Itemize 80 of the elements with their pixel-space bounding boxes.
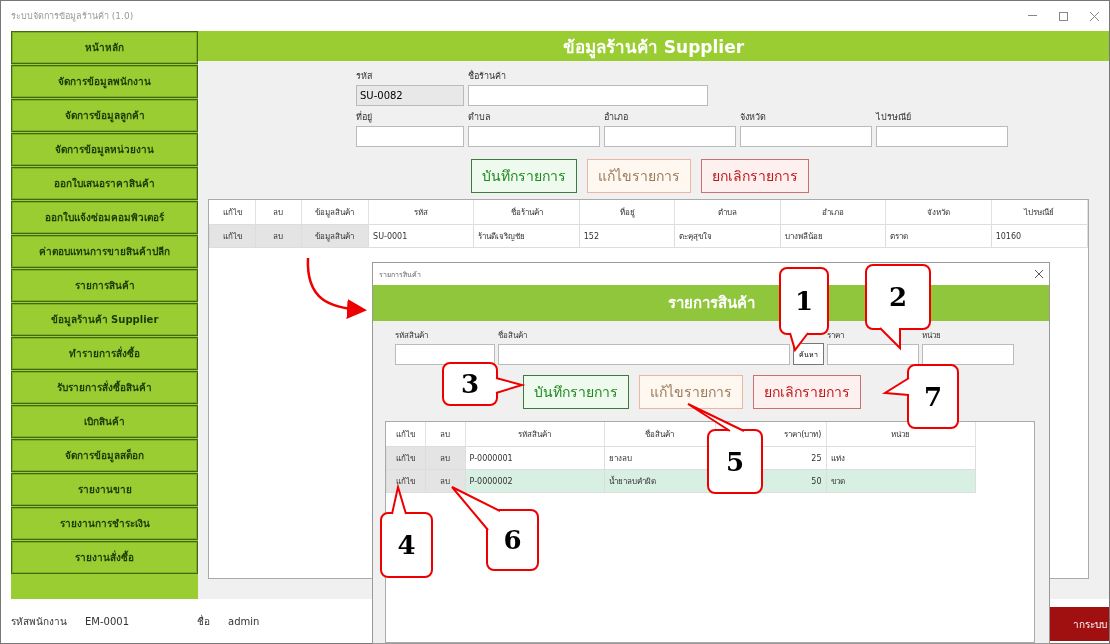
table-cell: ร้านดีเจริญชัย	[473, 224, 580, 248]
column-header: ตำบล	[674, 200, 781, 225]
field-label: จังหวัด	[740, 111, 767, 124]
column-header: ไปรษณีย์	[991, 200, 1088, 225]
field-label: รหัส	[356, 70, 373, 83]
column-header: ที่อยู่	[579, 200, 675, 225]
employee-label: รหัสพนักงาน	[11, 614, 67, 629]
field-label: ชื่อสินค้า	[498, 329, 528, 342]
field-label: ไปรษณีย์	[876, 111, 912, 124]
close-icon[interactable]	[1090, 11, 1099, 21]
column-header: จังหวัด	[885, 200, 992, 225]
sidebar-item[interactable]: จัดการข้อมูลสต็อก	[11, 439, 198, 472]
field-label: ตำบล	[468, 111, 492, 124]
callout-number: 4	[397, 530, 416, 560]
callout-number: 7	[923, 381, 943, 412]
logout-button[interactable]: ากระบบ	[1049, 607, 1109, 641]
column-header: ชื่อร้านค้า	[473, 200, 580, 225]
sidebar-item[interactable]: รับรายการสั่งซื้อสินค้า	[11, 371, 198, 404]
sidebar-item[interactable]: รายงานขาย	[11, 473, 198, 506]
sidebar-item[interactable]: ข้อมูลร้านค้า Supplier	[11, 303, 198, 336]
sidebar-item[interactable]: จัดการข้อมูลพนักงาน	[11, 65, 198, 98]
sidebar-item[interactable]: รายการสินค้า	[11, 269, 198, 302]
user-name: admin	[228, 615, 260, 627]
minimize-icon[interactable]	[1028, 15, 1037, 17]
sidebar-item[interactable]: จัดการข้อมูลลูกค้า	[11, 99, 198, 132]
callout-number: 6	[503, 525, 522, 555]
column-header: อำเภอ	[780, 200, 886, 225]
column-header: รหัส	[368, 200, 474, 225]
field-label: อำเภอ	[604, 111, 629, 124]
text-field[interactable]	[468, 85, 708, 106]
table-cell: P-0000001	[465, 446, 604, 470]
sidebar-item[interactable]: รายงานสั่งซื้อ	[11, 541, 198, 574]
callout-number: 1	[794, 286, 814, 316]
text-field[interactable]	[356, 126, 464, 147]
field-label: ชื่อร้านค้า	[468, 69, 507, 83]
column-header: รหัสสินค้า	[465, 422, 604, 447]
text-field[interactable]	[922, 344, 1014, 365]
table-cell: ตราด	[885, 224, 992, 248]
table-cell: บางพลีน้อย	[780, 224, 886, 248]
text-field[interactable]	[498, 344, 790, 365]
table-cell: ขวด	[826, 469, 975, 493]
text-field[interactable]	[740, 126, 872, 147]
sidebar-item[interactable]: ค่าตอบแทนการขายสินค้าปลีก	[11, 235, 198, 268]
sidebar-item[interactable]: ทำรายการสั่งซื้อ	[11, 337, 198, 370]
edit-button[interactable]: แก้ไขรายการ	[639, 375, 743, 409]
field-label: หน่วย	[922, 330, 942, 342]
table-cell: P-0000002	[465, 469, 604, 493]
cancel-button[interactable]: ยกเลิกรายการ	[753, 375, 861, 409]
text-field[interactable]	[604, 126, 736, 147]
edit-button[interactable]: แก้ไขรายการ	[587, 159, 691, 193]
employee-id: EM-0001	[85, 615, 129, 627]
sidebar-item[interactable]: หน้าหลัก	[11, 31, 198, 64]
sidebar-item[interactable]: รายงานการชำระเงิน	[11, 507, 198, 540]
curved-arrow	[306, 258, 367, 319]
field-label: ที่อยู่	[356, 110, 373, 124]
text-field[interactable]	[468, 126, 600, 147]
close-icon[interactable]	[1035, 270, 1043, 278]
field-label: รหัสสินค้า	[395, 330, 429, 342]
sidebar-item[interactable]: ออกใบเสนอราคาสินค้า	[11, 167, 198, 200]
page-header: ข้อมูลร้านค้า Supplier	[198, 31, 1109, 61]
text-field[interactable]	[395, 344, 495, 365]
table-cell: 10160	[991, 224, 1088, 248]
table-row[interactable]: แก้ไข ลบ ข้อมูลสินค้า SU-0001 ร้านดีเจริญชัย 152 ตะคุสุขใจ บางพลีน้อย ตราด 10160	[209, 224, 1088, 248]
maximize-icon[interactable]	[1059, 11, 1068, 21]
sidebar-item[interactable]: ออกใบแจ้งซ่อมคอมพิวเตอร์	[11, 201, 198, 234]
table-cell: ตะคุสุขใจ	[674, 224, 781, 248]
callout-number: 3	[460, 369, 480, 399]
table-cell: แท่ง	[826, 446, 975, 470]
save-button[interactable]: บันทึกรายการ	[523, 375, 629, 409]
window-title: ระบบจัดการข้อมูลร้านค้า (1.0)	[11, 10, 135, 23]
text-field[interactable]	[876, 126, 1008, 147]
sidebar-item[interactable]: เบิกสินค้า	[11, 405, 198, 438]
table-cell: SU-0001	[368, 224, 474, 248]
save-button[interactable]: บันทึกรายการ	[471, 159, 577, 193]
table-cell: 152	[579, 224, 675, 248]
callout-number: 2	[888, 282, 908, 312]
field-label: ราคา	[827, 330, 845, 342]
sidebar-item[interactable]: จัดการข้อมูลหน่วยงาน	[11, 133, 198, 166]
cancel-button[interactable]: ยกเลิกรายการ	[701, 159, 809, 193]
name-label: ชื่อ	[197, 613, 210, 629]
